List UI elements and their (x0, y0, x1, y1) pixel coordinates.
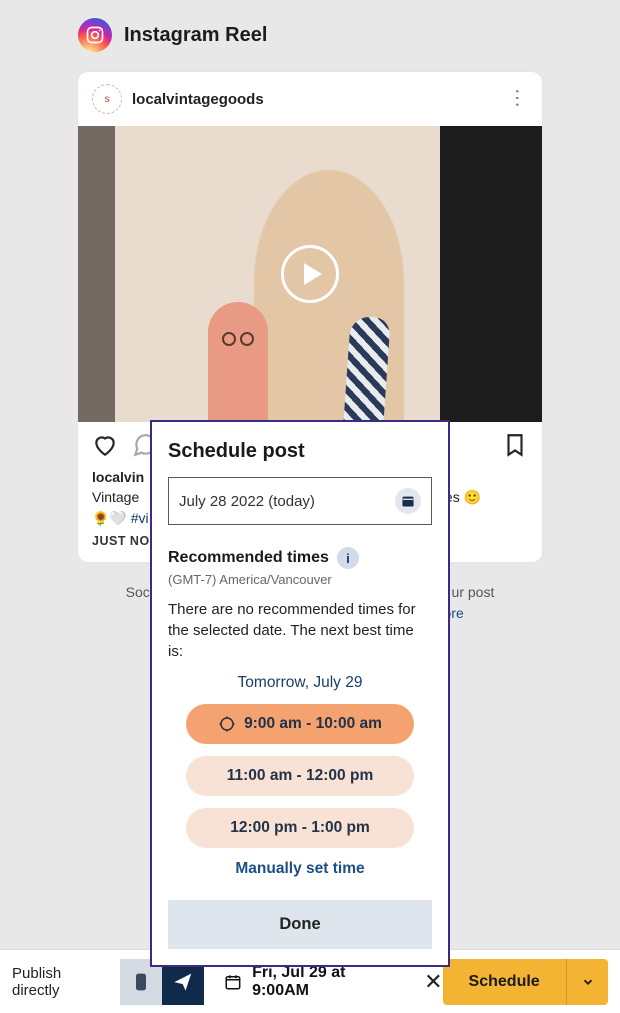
page-header: Instagram Reel (0, 0, 620, 64)
calendar-icon[interactable] (395, 488, 421, 514)
post-header: s localvintagegoods ⋯ (78, 72, 542, 126)
close-icon[interactable]: ✕ (424, 969, 442, 995)
post-username: localvintagegoods (132, 91, 264, 108)
page-title: Instagram Reel (124, 24, 267, 47)
schedule-button-label: Schedule (443, 959, 566, 1005)
done-button[interactable]: Done (168, 900, 432, 949)
schedule-popover: Schedule post July 28 2022 (today) Recom… (150, 420, 450, 967)
time-slot-2[interactable]: 12:00 pm - 1:00 pm (186, 808, 414, 848)
time-slot-label: 11:00 am - 12:00 pm (227, 767, 373, 785)
calendar-icon (224, 973, 242, 991)
publish-label: Publish directly (12, 965, 112, 999)
manual-set-time-link[interactable]: Manually set time (168, 860, 432, 878)
caption-emoji: 🌻🤍 (92, 510, 131, 526)
time-slot-0[interactable]: 9:00 am - 10:00 am (186, 704, 414, 744)
bookmark-icon[interactable] (502, 432, 528, 463)
popover-title: Schedule post (168, 440, 432, 463)
recommended-times-header: Recommended times i (168, 547, 432, 569)
auto-icon (218, 715, 236, 733)
no-recommended-text: There are no recommended times for the s… (168, 599, 432, 662)
caption-hashtag: #vi (131, 510, 149, 526)
info-icon[interactable]: i (337, 547, 359, 569)
schedule-dropdown-button[interactable] (566, 959, 608, 1005)
heart-icon[interactable] (92, 432, 118, 463)
chevron-down-icon (581, 975, 595, 989)
timezone-label: (GMT-7) America/Vancouver (168, 572, 432, 587)
caption-text-1: Vintage (92, 489, 143, 505)
caption-username: localvin (92, 469, 144, 485)
scheduled-datetime[interactable]: Fri, Jul 29 at 9:00AM (224, 964, 406, 1000)
post-media[interactable] (78, 126, 542, 422)
next-best-date: Tomorrow, July 29 (168, 674, 432, 692)
time-slot-1[interactable]: 11:00 am - 12:00 pm (186, 756, 414, 796)
avatar: s (92, 84, 122, 114)
time-slot-label: 9:00 am - 10:00 am (244, 715, 382, 733)
play-icon[interactable] (281, 245, 339, 303)
schedule-button[interactable]: Schedule (443, 959, 608, 1005)
instagram-icon (78, 18, 112, 52)
time-slot-label: 12:00 pm - 1:00 pm (230, 819, 370, 837)
date-picker-field[interactable]: July 28 2022 (today) (168, 477, 432, 525)
date-display: July 28 2022 (today) (179, 493, 315, 510)
